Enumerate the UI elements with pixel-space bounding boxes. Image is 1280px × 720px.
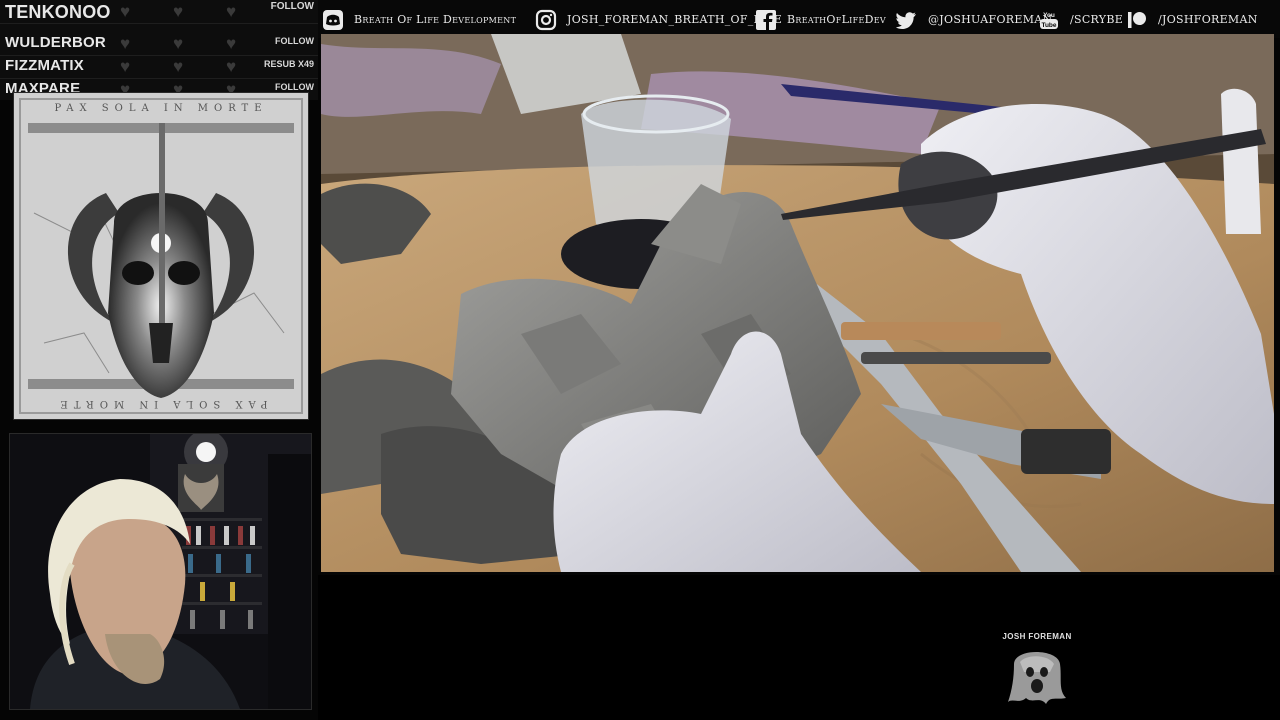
heart-icon: ♥ bbox=[173, 34, 184, 53]
alert-item: FIZZMATIX ♥ ♥ ♥ RESUB X49 bbox=[0, 55, 318, 79]
alert-username: FIZZMATIX bbox=[5, 57, 85, 74]
album-cover-art-icon bbox=[14, 93, 308, 419]
alert-item: WULDERBOR ♥ ♥ ♥ FOLLOW bbox=[0, 32, 318, 56]
alert-type: FOLLOW bbox=[275, 36, 314, 46]
facebook-icon bbox=[756, 10, 776, 30]
heart-icon: ♥ bbox=[226, 2, 237, 21]
youtube-icon: You Tube bbox=[1040, 12, 1058, 29]
social-links-bar: Breath Of Life Development JOSH_FOREMAN_… bbox=[318, 0, 1280, 38]
twitter-icon bbox=[896, 12, 916, 29]
alert-username: TENKONOO bbox=[5, 2, 111, 22]
album-cover: PAX SOLA IN MORTE PAX SOLA IN MORTE bbox=[14, 93, 308, 419]
alert-item: TENKONOO ♥ ♥ ♥ FOLLOW bbox=[0, 0, 318, 24]
lower-panel bbox=[318, 575, 1280, 720]
workbench-scene bbox=[321, 34, 1274, 572]
alert-type: FOLLOW bbox=[270, 1, 314, 12]
streamer-name-label: JOSH FOREMAN bbox=[1002, 632, 1072, 641]
album-title-top: PAX SOLA IN MORTE bbox=[54, 103, 268, 114]
discord-icon bbox=[323, 10, 343, 30]
social-label: BreathOfLifeDev bbox=[787, 13, 886, 26]
heart-icon: ♥ bbox=[173, 57, 184, 76]
svg-text:You: You bbox=[1043, 12, 1055, 19]
webcam-feed bbox=[10, 434, 311, 709]
patreon-icon bbox=[1128, 12, 1146, 28]
social-label: Breath Of Life Development bbox=[354, 13, 517, 26]
alert-username: WULDERBOR bbox=[5, 34, 106, 51]
recent-alerts-feed: TENKONOO ♥ ♥ ♥ FOLLOW WULDERBOR ♥ ♥ ♥ FO… bbox=[0, 0, 318, 100]
streamer-webcam bbox=[9, 433, 312, 710]
now-playing-album-art: PAX SOLA IN MORTE PAX SOLA IN MORTE bbox=[13, 92, 309, 420]
heart-icon: ♥ bbox=[120, 2, 131, 21]
alert-type: FOLLOW bbox=[275, 82, 314, 92]
main-camera-feed bbox=[321, 34, 1274, 572]
heart-icon: ♥ bbox=[226, 34, 237, 53]
social-label: @JOSHUAFOREMAN bbox=[928, 13, 1053, 26]
heart-icon: ♥ bbox=[120, 34, 131, 53]
heart-icon: ♥ bbox=[226, 57, 237, 76]
album-title-bottom: PAX SOLA IN MORTE bbox=[54, 398, 268, 409]
social-label: JOSH_FOREMAN_BREATH_OF_LIFE bbox=[567, 13, 783, 26]
social-label: /SCRYBE bbox=[1070, 13, 1124, 26]
ghost-logo-icon bbox=[1008, 652, 1066, 704]
instagram-icon bbox=[535, 9, 557, 31]
social-label: /JOSHFOREMAN bbox=[1158, 13, 1258, 26]
alert-type: RESUB X49 bbox=[263, 59, 314, 69]
heart-icon: ♥ bbox=[120, 57, 131, 76]
svg-text:Tube: Tube bbox=[1041, 22, 1056, 29]
heart-icon: ♥ bbox=[173, 2, 184, 21]
